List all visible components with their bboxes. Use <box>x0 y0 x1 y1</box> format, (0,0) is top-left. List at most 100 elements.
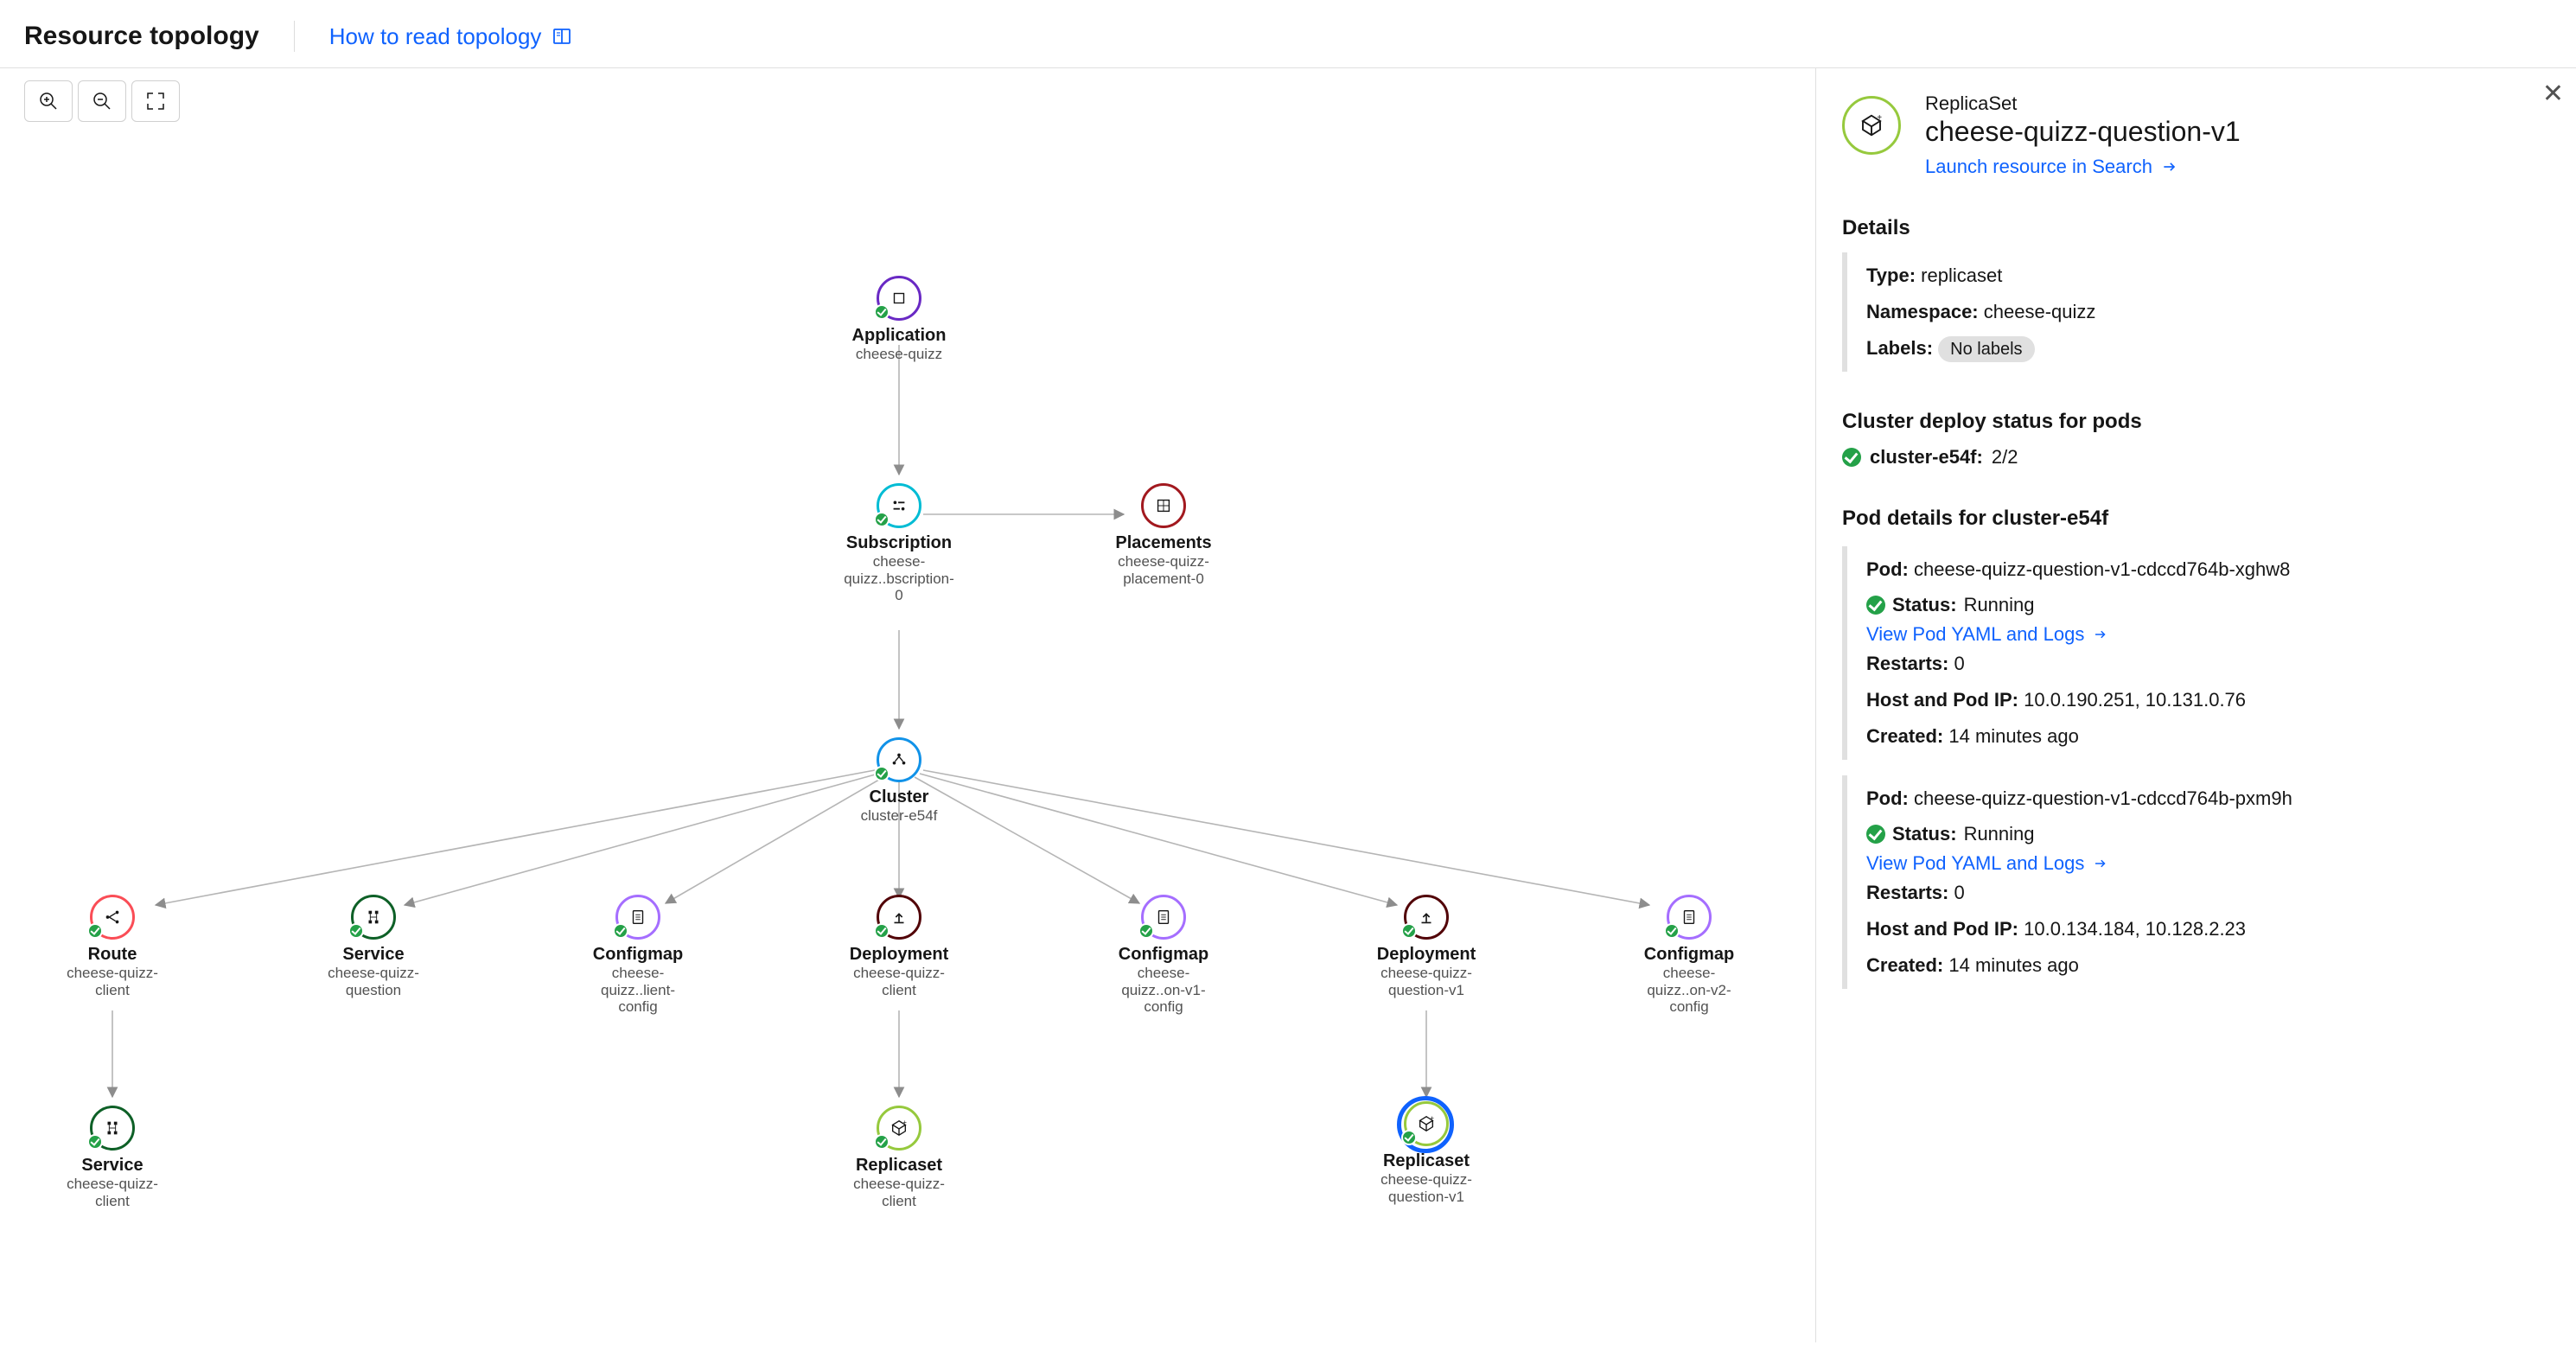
node-label: Placements <box>1094 533 1233 553</box>
deploy-icon <box>889 908 909 927</box>
created-value: 14 minutes ago <box>1948 725 2078 747</box>
node-sublabel: cheese-quizz-question <box>317 965 430 998</box>
node-sublabel: cheese-quizz-client <box>843 1176 955 1209</box>
topology-canvas[interactable]: Application cheese-quizz Subscription ch… <box>0 68 1815 1342</box>
created-value: 14 minutes ago <box>1948 954 2078 976</box>
grid-icon <box>1154 496 1173 515</box>
node-sublabel: cheese-quizz-question-v1 <box>1370 965 1482 998</box>
header-divider <box>294 21 295 52</box>
restarts-label: Restarts: <box>1866 653 1948 674</box>
status-ok-icon <box>1866 825 1885 844</box>
launch-search-link[interactable]: Launch resource in Search <box>1925 156 2178 178</box>
node-label: Service <box>43 1156 182 1176</box>
status-ok-icon <box>87 1134 103 1150</box>
panel-name: cheese-quizz-question-v1 <box>1925 117 2241 147</box>
node-label: Subscription <box>830 533 968 553</box>
document-icon <box>1154 908 1173 927</box>
ip-value: 10.0.190.251, 10.131.0.76 <box>2024 689 2246 711</box>
route-icon <box>103 908 122 927</box>
status-ok-icon <box>1664 923 1680 939</box>
status-ok-icon <box>348 923 364 939</box>
status-ok-icon <box>87 923 103 939</box>
node-label: Replicaset <box>830 1156 968 1176</box>
restarts-value: 0 <box>1954 653 1965 674</box>
pod-block: Pod: cheese-quizz-question-v1-cdccd764b-… <box>1842 546 2550 760</box>
pod-block: Pod: cheese-quizz-question-v1-cdccd764b-… <box>1842 775 2550 989</box>
launch-search-label: Launch resource in Search <box>1925 156 2152 178</box>
node-sublabel: cheese-quizz..lient-config <box>582 965 694 1016</box>
status-ok-icon <box>874 304 889 320</box>
graph-layer: Application cheese-quizz Subscription ch… <box>0 68 1815 1342</box>
node-deployment-question[interactable]: Deployment cheese-quizz-question-v1 <box>1357 895 1495 998</box>
node-label: Configmap <box>569 945 707 965</box>
close-button[interactable]: ✕ <box>2542 79 2564 109</box>
status-ok-icon <box>1842 448 1861 467</box>
svg-text:+: + <box>903 1119 907 1125</box>
node-subscription[interactable]: Subscription cheese-quizz..bscription-0 <box>830 483 968 604</box>
status-ok-icon <box>874 512 889 527</box>
namespace-value: cheese-quizz <box>1984 301 2096 322</box>
node-label: Route <box>43 945 182 965</box>
document-icon <box>628 908 647 927</box>
status-ok-icon <box>1401 1130 1417 1145</box>
status-ok-icon <box>1138 923 1154 939</box>
status-ok-icon <box>1866 596 1885 615</box>
created-label: Created: <box>1866 725 1943 747</box>
node-label: Deployment <box>1357 945 1495 965</box>
node-label: Service <box>304 945 443 965</box>
application-icon <box>889 289 909 308</box>
page-title: Resource topology <box>24 22 259 51</box>
node-route[interactable]: Route cheese-quizz-client <box>43 895 182 998</box>
pod-label: Pod: <box>1866 558 1909 580</box>
node-placements[interactable]: Placements cheese-quizz-placement-0 <box>1094 483 1233 587</box>
status-label: Status: <box>1892 816 1957 852</box>
service-icon <box>364 908 383 927</box>
node-deployment-client[interactable]: Deployment cheese-quizz-client <box>830 895 968 998</box>
node-label: Replicaset <box>1357 1151 1495 1171</box>
pod-details-section: Pod details for cluster-e54f Pod: cheese… <box>1842 507 2550 989</box>
node-sublabel: cheese-quizz-client <box>56 1176 169 1209</box>
ip-label: Host and Pod IP: <box>1866 918 2018 940</box>
node-configmap-v1[interactable]: Configmap cheese-quizz..on-v1-config <box>1094 895 1233 1016</box>
arrow-right-icon <box>2093 856 2108 871</box>
cube-icon: + <box>1417 1114 1436 1133</box>
pod-value: cheese-quizz-question-v1-cdccd764b-pxm9h <box>1914 787 2292 809</box>
node-application[interactable]: Application cheese-quizz <box>830 276 968 363</box>
pod-label: Pod: <box>1866 787 1909 809</box>
panel-header: + ReplicaSet cheese-quizz-question-v1 La… <box>1842 92 2550 178</box>
arrow-right-icon <box>2093 627 2108 642</box>
node-service-client[interactable]: Service cheese-quizz-client <box>43 1106 182 1209</box>
help-link[interactable]: How to read topology <box>329 23 573 50</box>
node-configmap-client[interactable]: Configmap cheese-quizz..lient-config <box>569 895 707 1016</box>
view-pod-link[interactable]: View Pod YAML and Logs <box>1866 852 2108 875</box>
status-ok-icon <box>613 923 628 939</box>
node-label: Configmap <box>1620 945 1758 965</box>
created-label: Created: <box>1866 954 1943 976</box>
page-header: Resource topology How to read topology <box>0 0 2576 68</box>
pod-value: cheese-quizz-question-v1-cdccd764b-xghw8 <box>1914 558 2290 580</box>
status-ok-icon <box>1401 923 1417 939</box>
view-pod-label: View Pod YAML and Logs <box>1866 623 2084 646</box>
svg-text:+: + <box>1877 113 1882 123</box>
node-sublabel: cheese-quizz..on-v1-config <box>1107 965 1220 1016</box>
document-icon <box>1680 908 1699 927</box>
node-replicaset-client[interactable]: + Replicaset cheese-quizz-client <box>830 1106 968 1209</box>
node-sublabel: cheese-quizz-client <box>56 965 169 998</box>
status-ok-icon <box>874 766 889 781</box>
restarts-value: 0 <box>1954 882 1965 903</box>
arrow-right-icon <box>2161 158 2178 175</box>
node-replicaset-question[interactable]: + Replicaset cheese-quizz-question-v1 <box>1357 1101 1495 1205</box>
subscription-icon <box>889 496 909 515</box>
node-service-question[interactable]: Service cheese-quizz-question <box>304 895 443 998</box>
node-configmap-v2[interactable]: Configmap cheese-quizz..on-v2-config <box>1620 895 1758 1016</box>
section-title: Cluster deploy status for pods <box>1842 410 2550 434</box>
node-cluster[interactable]: Cluster cluster-e54f <box>830 737 968 825</box>
view-pod-link[interactable]: View Pod YAML and Logs <box>1866 623 2108 646</box>
node-sublabel: cheese-quizz..on-v2-config <box>1633 965 1745 1016</box>
panel-kind: ReplicaSet <box>1925 92 2241 115</box>
node-sublabel: cluster-e54f <box>843 807 955 825</box>
section-title: Details <box>1842 216 2550 240</box>
node-sublabel: cheese-quizz-question-v1 <box>1370 1171 1482 1205</box>
help-link-label: How to read topology <box>329 23 542 50</box>
labels-value: No labels <box>1938 336 2034 362</box>
